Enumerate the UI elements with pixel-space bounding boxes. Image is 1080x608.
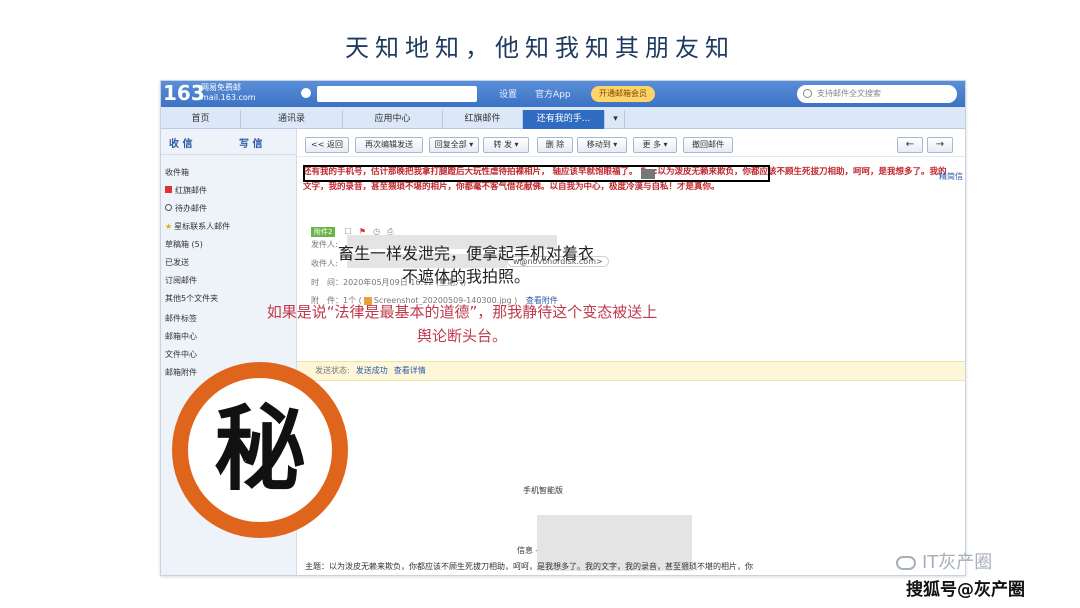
sidebar-item-sent[interactable]: 已发送: [165, 257, 189, 268]
sidebar-item-tags[interactable]: 邮件标签: [165, 313, 197, 324]
resend-button[interactable]: 再次编辑发送: [355, 137, 423, 153]
sidebar-actions: 收 信 写 信: [161, 129, 296, 155]
sidebar-item-label: 待办邮件: [175, 204, 207, 213]
wechat-watermark-text: IT灰产圈: [922, 552, 993, 573]
sidebar-item-starred[interactable]: ★ 星标联系人邮件: [165, 221, 230, 232]
body-subject-line: 主题：以为泼皮无赖来欺负，你都应该不顾生死拔刀相助，呵呵，是我想多了。我的文字，…: [305, 562, 753, 571]
redaction-mark: [641, 169, 655, 179]
settings-link[interactable]: 设置: [499, 87, 517, 100]
caption-red: 如果是说“法律是最基本的道德”，那我静待这个变态被送上舆论断头台。: [266, 303, 658, 345]
logo-sub-name: 网易免费邮: [201, 83, 241, 92]
clock-icon: [165, 204, 172, 211]
flag-icon: [165, 186, 172, 193]
sidebar-item-inbox[interactable]: 收件箱: [165, 167, 189, 178]
logo-sub-url: mail.163.com: [201, 93, 256, 102]
prev-mail-icon[interactable]: ←: [897, 137, 923, 153]
more-button[interactable]: 更 多 ▾: [633, 137, 677, 153]
sidebar-item-drafts[interactable]: 草稿箱 (5): [165, 239, 203, 250]
sohu-watermark: 搜狐号@灰产圈: [906, 580, 1025, 600]
tab-flagged[interactable]: 红旗邮件: [443, 110, 523, 129]
tab-apps[interactable]: 应用中心: [343, 110, 443, 129]
mail-toolbar: << 返回 再次编辑发送 回复全部 ▾ 转 发 ▾ 删 除 移动到 ▾ 更 多 …: [297, 129, 965, 157]
attachment-tag[interactable]: 附件2: [311, 227, 336, 237]
delete-button[interactable]: 删 除: [537, 137, 573, 153]
write-button[interactable]: 写 信: [239, 135, 262, 150]
sender-label: 发件人:: [311, 240, 338, 249]
body-fragment-mobile: 手机智能版: [523, 486, 563, 495]
search-placeholder: 支持邮件全文搜索: [817, 89, 881, 98]
wechat-watermark: IT灰产圈: [896, 548, 992, 574]
star-icon: ★: [165, 222, 173, 231]
tab-current-mail[interactable]: 还有我的手...: [523, 110, 605, 129]
caption-black: 畜生一样发泄完，便拿起手机对着衣不遮体的我拍照。: [337, 244, 594, 286]
recall-button[interactable]: 撤回邮件: [683, 137, 733, 153]
tab-home[interactable]: 首页: [161, 110, 241, 129]
highlight-box: [303, 165, 770, 182]
app-link[interactable]: 官方App: [535, 87, 571, 100]
mail-logo-sub: 网易免费邮 mail.163.com: [201, 83, 256, 103]
sidebar-item-label: 星标联系人邮件: [174, 222, 231, 231]
mail-top-bar: 163 网易免费邮 mail.163.com 设置 官方App 开通邮箱会员 支…: [161, 81, 965, 107]
seal-char: 秘: [213, 396, 306, 503]
account-icon[interactable]: [301, 88, 311, 98]
tab-bar: 首页 通讯录 应用中心 红旗邮件 还有我的手... ▾: [161, 107, 965, 129]
status-value: 发送成功: [355, 366, 388, 375]
sidebar-item-label: 红旗邮件: [175, 186, 207, 195]
tab-dropdown-icon[interactable]: ▾: [607, 110, 625, 129]
status-detail-link[interactable]: 查看详情: [394, 366, 426, 375]
move-to-button[interactable]: 移动到 ▾: [577, 137, 627, 153]
slide-title: 天知地知，他知我知其朋友知: [345, 34, 735, 62]
compact-view-link[interactable]: 精简信: [939, 171, 963, 182]
back-button[interactable]: << 返回: [305, 137, 349, 153]
sidebar-item-file-center[interactable]: 文件中心: [165, 349, 197, 360]
send-status-bar: 发送状态: 发送成功 查看详情: [297, 361, 965, 381]
sidebar-item-attachments[interactable]: 邮箱附件: [165, 367, 197, 378]
sidebar-item-todo[interactable]: 待办邮件: [165, 203, 207, 214]
wechat-icon: [896, 556, 916, 570]
account-box[interactable]: [317, 86, 477, 102]
secret-seal: 秘: [172, 362, 348, 538]
tab-contacts[interactable]: 通讯录: [241, 110, 343, 129]
sidebar-item-other-folders[interactable]: 其他5个文件夹: [165, 293, 218, 304]
slide: 天知地知，他知我知其朋友知 163 网易免费邮 mail.163.com 设置 …: [0, 0, 1080, 608]
vip-button[interactable]: 开通邮箱会员: [591, 86, 655, 102]
mail-logo: 163: [163, 81, 205, 105]
sidebar-item-mail-center[interactable]: 邮箱中心: [165, 331, 197, 342]
sidebar-item-flagged[interactable]: 红旗邮件: [165, 185, 207, 196]
forward-button[interactable]: 转 发 ▾: [483, 137, 529, 153]
mail-tags: 附件2 ☐ ⚑ ◷ ⎙: [311, 219, 394, 237]
reply-all-button[interactable]: 回复全部 ▾: [429, 137, 479, 153]
receive-button[interactable]: 收 信: [169, 135, 192, 150]
recipient-label: 收件人:: [311, 259, 338, 268]
search-input[interactable]: 支持邮件全文搜索: [797, 85, 957, 103]
search-icon: [803, 89, 812, 98]
status-label: 发送状态:: [315, 366, 350, 375]
mail-content: << 返回 再次编辑发送 回复全部 ▾ 转 发 ▾ 删 除 移动到 ▾ 更 多 …: [297, 129, 965, 575]
next-mail-icon[interactable]: →: [927, 137, 953, 153]
sidebar-item-subscribed[interactable]: 订阅邮件: [165, 275, 197, 286]
